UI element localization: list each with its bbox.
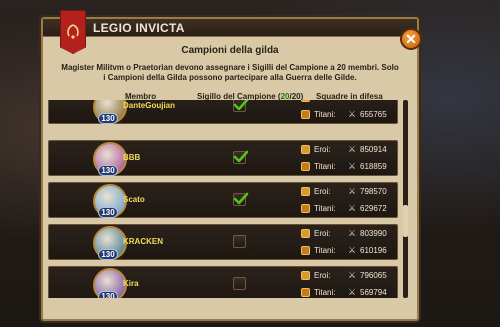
titans-power-stat: Titani: ⚔ 618859 — [301, 161, 387, 172]
checkmark-icon — [233, 192, 249, 205]
hero-card-icon — [301, 229, 310, 238]
scrollbar-track[interactable] — [403, 100, 408, 298]
hero-card-icon — [301, 145, 310, 154]
member-name: Scato — [123, 195, 145, 204]
champion-seal-checkbox[interactable] — [233, 150, 249, 164]
level-badge: 130 — [98, 249, 118, 260]
heroes-label: Eroi: — [314, 145, 331, 154]
champion-seal-checkbox[interactable] — [233, 277, 246, 290]
titans-power-value: 655765 — [360, 110, 387, 119]
champion-seal-checkbox[interactable] — [233, 192, 249, 206]
level-badge: 130 — [98, 113, 118, 124]
hero-card-icon — [301, 187, 310, 196]
member-name: KRACKEN — [123, 237, 163, 246]
titans-power-value: 569794 — [360, 288, 387, 297]
crossed-swords-icon: ⚔ — [348, 109, 357, 119]
titans-label: Titani: — [314, 204, 336, 213]
heroes-power-stat: Eroi: ⚔ 803990 — [301, 228, 387, 239]
titans-power-stat: Titani: ⚔ 655765 — [301, 109, 387, 120]
checkmark-icon — [233, 100, 249, 111]
level-badge: 130 — [98, 165, 118, 176]
crossed-swords-icon: ⚔ — [348, 270, 357, 280]
titan-card-icon — [301, 110, 310, 119]
titan-card-icon — [301, 204, 310, 213]
titans-label: Titani: — [314, 246, 336, 255]
member-row[interactable]: 130 Scato Eroi: ⚔ 798570 Titani: ⚔ 629672 — [48, 182, 398, 218]
heroes-power-stat: Eroi: ⚔ 850914 — [301, 144, 387, 155]
member-name: Kira — [123, 279, 139, 288]
titans-power-stat: Titani: ⚔ 569794 — [301, 287, 387, 298]
member-list[interactable]: 130DanteGoujianEroi:⚔826672Titani:⚔65576… — [48, 100, 398, 298]
heroes-power-value: 826672 — [360, 100, 387, 102]
member-name: DanteGoujian — [123, 101, 176, 110]
member-row[interactable]: 130 KRACKEN Eroi: ⚔ 803990 Titani: ⚔ 610196 — [48, 224, 398, 260]
crossed-swords-icon: ⚔ — [348, 228, 357, 238]
hero-card-icon — [301, 271, 310, 280]
hero-card-icon — [301, 100, 310, 102]
heroes-power-value: 850914 — [360, 145, 387, 154]
dialog-description: Magister Militvm o Praetorian devono ass… — [61, 63, 399, 82]
crossed-swords-icon: ⚔ — [348, 161, 357, 171]
dialog-title: Campioni della gilda — [181, 45, 279, 56]
heroes-power-stat: Eroi: ⚔ 798570 — [301, 186, 387, 197]
titan-card-icon — [301, 162, 310, 171]
titan-card-icon — [301, 246, 310, 255]
titans-power-stat: Titani: ⚔ 629672 — [301, 203, 387, 214]
member-row[interactable]: 130 BBB Eroi: ⚔ 850914 Titani: ⚔ 618859 — [48, 140, 398, 176]
crossed-swords-icon: ⚔ — [348, 245, 357, 255]
titans-label: Titani: — [314, 288, 336, 297]
member-row[interactable]: 130 Kira Eroi: ⚔ 796065 Titani: ⚔ 569794 — [48, 266, 398, 298]
member-name: BBB — [123, 153, 141, 162]
heroes-power-stat: Eroi: ⚔ 826672 — [301, 100, 387, 103]
crossed-swords-icon: ⚔ — [348, 203, 357, 213]
heroes-label: Eroi: — [314, 271, 331, 280]
title-bar: LEGIO INVICTA — [43, 19, 417, 37]
crossed-swords-icon: ⚔ — [348, 186, 357, 196]
titans-power-value: 618859 — [360, 162, 387, 171]
heroes-power-value: 803990 — [360, 229, 387, 238]
checkmark-icon — [233, 150, 249, 163]
heroes-label: Eroi: — [314, 229, 331, 238]
level-badge: 130 — [98, 207, 118, 218]
titans-power-stat: Titani: ⚔ 610196 — [301, 245, 387, 256]
champion-seal-checkbox[interactable] — [233, 235, 246, 248]
scrollbar-thumb[interactable] — [403, 205, 408, 237]
heroes-power-stat: Eroi: ⚔ 796065 — [301, 270, 387, 281]
guild-name: LEGIO INVICTA — [93, 21, 185, 35]
titans-power-value: 610196 — [360, 246, 387, 255]
titans-label: Titani: — [314, 162, 336, 171]
crossed-swords-icon: ⚔ — [348, 144, 357, 154]
heroes-label: Eroi: — [314, 187, 331, 196]
heroes-power-value: 798570 — [360, 187, 387, 196]
titan-card-icon — [301, 288, 310, 297]
crossed-swords-icon: ⚔ — [348, 100, 356, 103]
titans-label: Titani: — [314, 110, 336, 119]
crossed-swords-icon: ⚔ — [348, 287, 357, 297]
heroes-power-value: 796065 — [360, 271, 387, 280]
champion-seal-checkbox[interactable] — [233, 100, 249, 112]
titans-power-value: 629672 — [360, 204, 387, 213]
heroes-label: Eroi: — [314, 100, 344, 102]
member-row[interactable]: 130DanteGoujianEroi:⚔826672Titani:⚔65576… — [48, 100, 398, 124]
level-badge: 130 — [98, 291, 118, 298]
